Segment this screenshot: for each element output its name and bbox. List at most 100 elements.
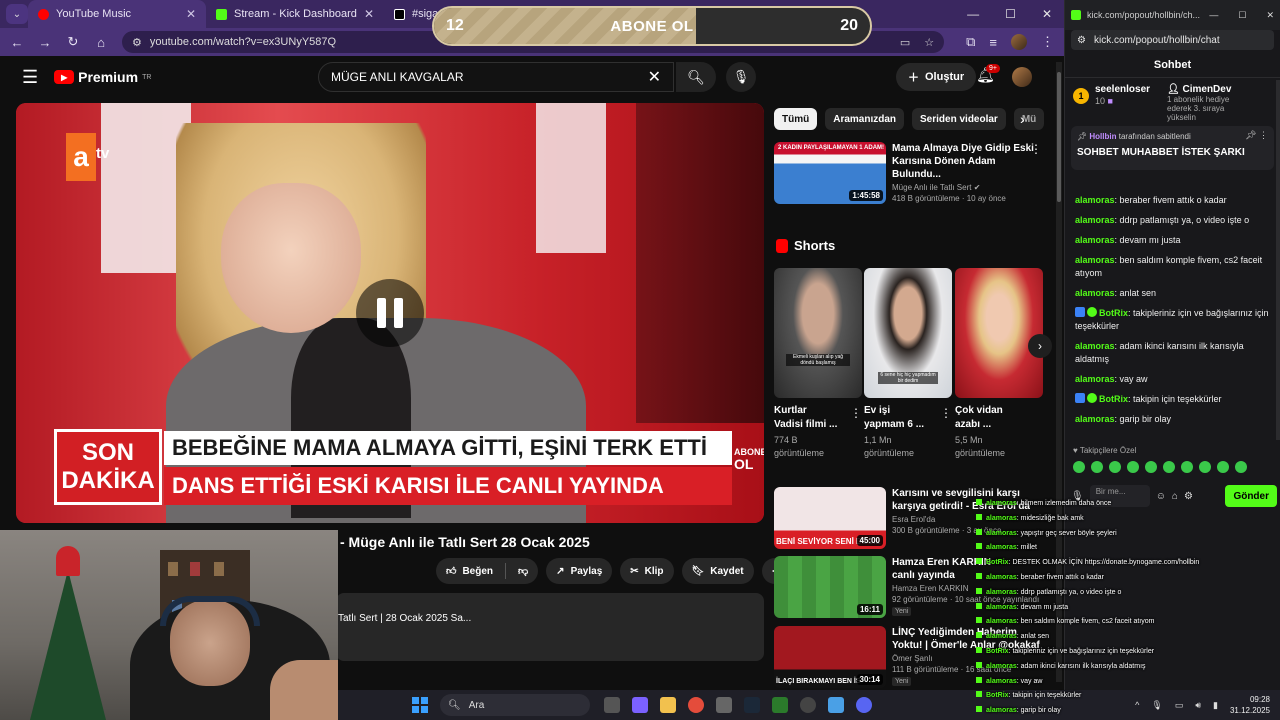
- maximize-icon[interactable]: ☐: [1238, 10, 1246, 21]
- cast-icon[interactable]: ▭: [900, 36, 910, 49]
- chat-username[interactable]: alamoras: [1075, 195, 1115, 205]
- app-icon[interactable]: [828, 697, 844, 713]
- chat-text: : anlat sen: [1114, 288, 1157, 298]
- kick-icon: [976, 558, 982, 565]
- chat-scrollbar[interactable]: [1276, 80, 1280, 440]
- extensions-icon[interactable]: ⧉: [966, 34, 975, 50]
- maximize-icon[interactable]: ☐: [1005, 7, 1016, 21]
- search-input[interactable]: MÜGE ANLI KAVGALAR ✕: [318, 62, 674, 92]
- clear-search-icon[interactable]: ✕: [648, 67, 661, 87]
- thumbnail-caption: 2 KADIN PAYLAŞILAMAYAN 1 ADAM!: [778, 145, 885, 151]
- next-gifter[interactable]: 👤︎ CimenDev 1 abonelik hediye ederek 3. …: [1167, 84, 1231, 122]
- shorts-next-button[interactable]: ›: [1028, 334, 1052, 358]
- file-explorer-icon[interactable]: [660, 697, 676, 713]
- chrome-icon[interactable]: [688, 697, 704, 713]
- steam-icon[interactable]: [744, 697, 760, 713]
- scrollbar-thumb[interactable]: [1057, 72, 1061, 202]
- kick-address-bar[interactable]: ⚙ kick.com/popout/hollbin/chat: [1071, 30, 1274, 50]
- tab-search-button[interactable]: ⌄: [6, 4, 28, 24]
- short-item[interactable]: Çok vidan azabı ... 5,5 Mn görüntüleme: [955, 268, 1043, 460]
- profile-avatar[interactable]: [1011, 34, 1027, 50]
- short-item[interactable]: 6 sene hiç hiç yapmadım bir dedim Ev işi…: [864, 268, 952, 460]
- chat-username[interactable]: BotRix: [1099, 394, 1128, 404]
- forward-icon[interactable]: →: [38, 35, 52, 50]
- emote-icon[interactable]: [1235, 461, 1247, 473]
- gift-count: 10 ■: [1095, 97, 1161, 106]
- back-icon[interactable]: ←: [10, 35, 24, 50]
- voice-search-button[interactable]: 🎙︎: [726, 62, 756, 92]
- recommendation-item[interactable]: 2 KADIN PAYLAŞILAMAYAN 1 ADAM! 1:45:58 M…: [774, 142, 1046, 204]
- tab-kick-dashboard[interactable]: Stream - Kick Dashboard ✕: [206, 0, 384, 28]
- site-info-icon[interactable]: ⚙: [1077, 35, 1086, 46]
- obs-icon[interactable]: [800, 697, 816, 713]
- close-window-icon[interactable]: ✕: [1042, 7, 1052, 21]
- top-gifter[interactable]: seelenloser 10 ■: [1095, 84, 1161, 110]
- emote-icon[interactable]: [1145, 461, 1157, 473]
- close-tab-icon[interactable]: ✕: [186, 7, 196, 21]
- app-icon[interactable]: [772, 697, 788, 713]
- emote-icon[interactable]: [1181, 461, 1193, 473]
- chip-series[interactable]: Seriden videolar: [912, 108, 1006, 130]
- overlay-message: alamoras: beraber fivem attık o kadar: [976, 571, 1276, 586]
- minimize-icon[interactable]: —: [967, 7, 979, 21]
- store-icon[interactable]: [716, 697, 732, 713]
- emote-icon[interactable]: [1109, 461, 1121, 473]
- close-tab-icon[interactable]: ✕: [364, 7, 374, 21]
- chat-username[interactable]: alamoras: [1075, 288, 1115, 298]
- clip-button[interactable]: ✂ Klip: [620, 558, 674, 584]
- close-window-icon[interactable]: ✕: [1266, 10, 1274, 21]
- chat-username[interactable]: alamoras: [1075, 235, 1115, 245]
- save-button[interactable]: 🔖︎ Kaydet: [681, 558, 754, 584]
- video-player[interactable]: a tv SON DAKİKA BEBEĞİNE MAMA ALMAYA GİT…: [16, 103, 764, 523]
- more-vertical-icon[interactable]: ⋮: [850, 406, 862, 420]
- kick-icon: [976, 543, 982, 550]
- headset: [160, 596, 260, 626]
- create-button[interactable]: ＋ Oluştur: [896, 63, 977, 91]
- emote-icon[interactable]: [1127, 461, 1139, 473]
- chat-username[interactable]: alamoras: [1075, 414, 1115, 424]
- more-vertical-icon[interactable]: ⋮: [940, 406, 952, 420]
- pinned-menu-icon[interactable]: 📌︎ ⋮: [1245, 130, 1268, 141]
- video-description[interactable]: Tatlı Sert | 28 Ocak 2025 Sa...: [336, 593, 764, 661]
- share-button[interactable]: ↗ Paylaş: [546, 558, 613, 584]
- taskbar-search[interactable]: 🔍︎ Ara: [440, 694, 590, 716]
- chat-username[interactable]: alamoras: [1075, 255, 1115, 265]
- chip-from-search[interactable]: Aramanızdan: [825, 108, 905, 130]
- chat-username[interactable]: alamoras: [1075, 215, 1115, 225]
- url-text: youtube.com/watch?v=ex3UNyY587Q: [149, 36, 337, 48]
- youtube-premium-logo[interactable]: ▶ Premium TR: [54, 69, 151, 85]
- site-info-icon[interactable]: ⚙: [132, 36, 142, 49]
- chip-all[interactable]: Tümü: [774, 108, 818, 130]
- media-control-icon[interactable]: ≡: [989, 35, 997, 50]
- chips-next-icon[interactable]: ›: [1020, 111, 1025, 127]
- pause-button[interactable]: [356, 279, 424, 347]
- teams-icon[interactable]: [632, 697, 648, 713]
- account-avatar[interactable]: [1012, 67, 1032, 87]
- emote-icon[interactable]: [1199, 461, 1211, 473]
- task-view-icon[interactable]: [604, 697, 620, 713]
- emote-icon[interactable]: [1073, 461, 1085, 473]
- chat-username[interactable]: BotRix: [1099, 308, 1128, 318]
- windows-start-icon[interactable]: [412, 697, 428, 713]
- hamburger-menu-icon[interactable]: ☰: [22, 67, 38, 88]
- tab-youtube-music[interactable]: YouTube Music ✕: [28, 0, 206, 28]
- browser-menu-icon[interactable]: ⋮: [1041, 34, 1054, 50]
- emote-icon[interactable]: [1163, 461, 1175, 473]
- reload-icon[interactable]: ↻: [66, 34, 80, 50]
- home-icon[interactable]: ⌂: [94, 35, 108, 50]
- emote-icon[interactable]: [1217, 461, 1229, 473]
- chat-username[interactable]: alamoras: [1075, 341, 1115, 351]
- bookmark-star-icon[interactable]: ☆: [924, 36, 934, 49]
- like-button[interactable]: 👍︎ Beğen 👎︎: [436, 558, 539, 584]
- emote-icon[interactable]: [1091, 461, 1103, 473]
- pinned-message[interactable]: 📌︎ Hollbin tarafından sabitlendi SOHBET …: [1071, 126, 1274, 170]
- chat-username[interactable]: alamoras: [1075, 374, 1115, 384]
- thumbs-down-icon[interactable]: 👎︎: [518, 565, 528, 577]
- chip-more[interactable]: Mü: [1013, 108, 1045, 130]
- more-vertical-icon[interactable]: ⋮: [1030, 142, 1042, 156]
- short-item[interactable]: Ekmeli kuşları alıp yağ döndü başlamış K…: [774, 268, 862, 460]
- discord-icon[interactable]: [856, 697, 872, 713]
- search-button[interactable]: 🔍︎: [676, 62, 716, 92]
- minimize-icon[interactable]: —: [1209, 10, 1218, 21]
- emote-header: ♥ Takipçilere Özel: [1073, 446, 1273, 455]
